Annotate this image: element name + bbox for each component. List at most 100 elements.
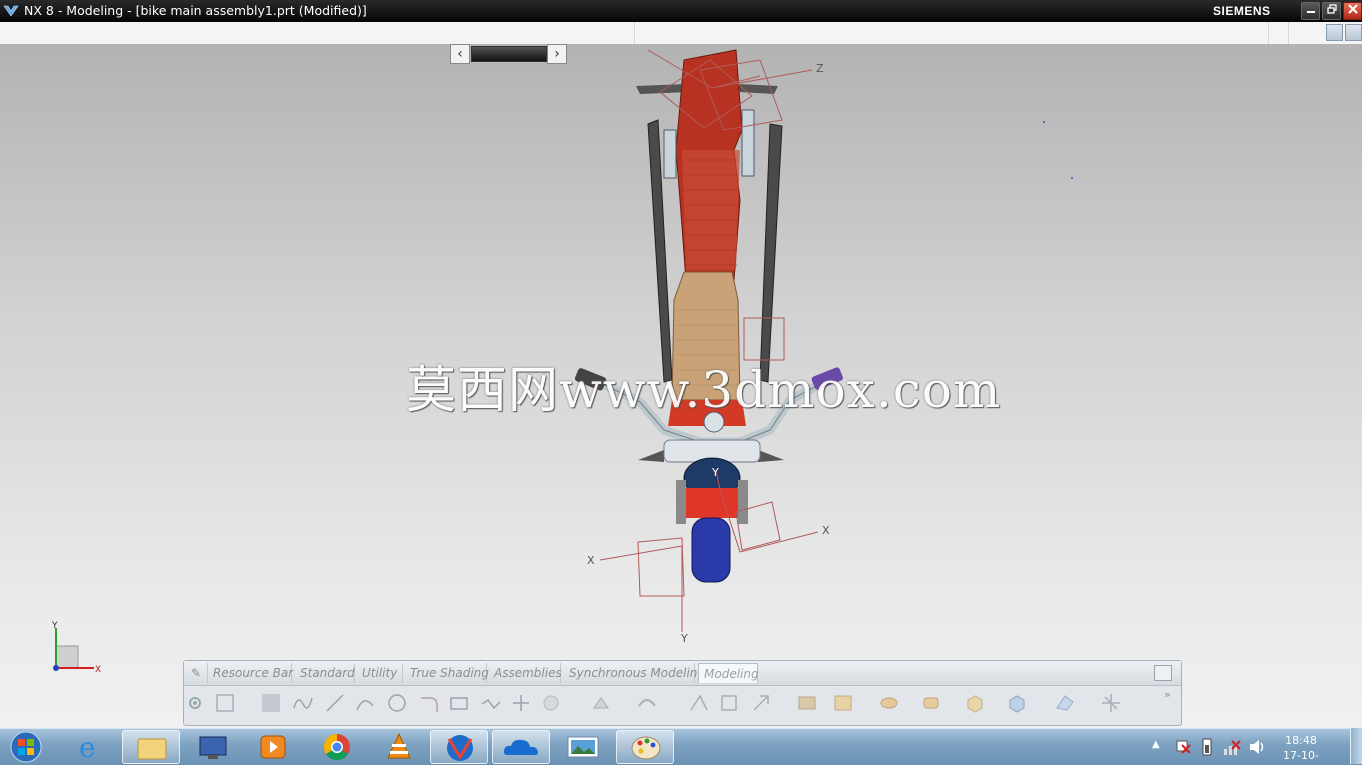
- clock-date: 17-10-2014: [1283, 749, 1319, 777]
- stray-point: [1043, 121, 1045, 123]
- move-object-icon[interactable]: [1100, 692, 1122, 714]
- close-button[interactable]: [1343, 2, 1362, 20]
- ribbon-strip: [0, 22, 1362, 45]
- nx-icon: [447, 735, 473, 761]
- window-view-button[interactable]: [1345, 24, 1362, 41]
- axis-label-x-left: X: [587, 554, 595, 567]
- axis-label-y-center: Y: [711, 466, 719, 479]
- minimize-button[interactable]: [1301, 2, 1320, 20]
- photo-viewer-icon: [567, 736, 599, 758]
- taskbar-remote-desktop[interactable]: [184, 730, 242, 764]
- trim-icon[interactable]: [688, 692, 710, 714]
- taskbar-nx[interactable]: [430, 730, 488, 764]
- close-icon: [1347, 4, 1358, 14]
- tile-view-button[interactable]: [1326, 24, 1343, 41]
- circle-icon[interactable]: [386, 692, 408, 714]
- network-icon[interactable]: [1222, 737, 1242, 757]
- system-clock[interactable]: 18:48 17-10-2014: [1276, 733, 1326, 778]
- show-hidden-icons-button[interactable]: ▲: [1152, 739, 1164, 753]
- ribbon-divider: [1288, 22, 1289, 44]
- siemens-brand: SIEMENS: [1213, 4, 1271, 18]
- chrome-icon: [323, 733, 350, 761]
- sketch-plane-icon[interactable]: [214, 692, 236, 714]
- arc-icon[interactable]: [354, 692, 376, 714]
- left-shock-absorber: [663, 129, 677, 179]
- profile-icon[interactable]: [260, 692, 282, 714]
- view-slider[interactable]: ‹ ›: [450, 44, 568, 66]
- taskbar-internet-explorer[interactable]: e: [62, 730, 120, 764]
- revolve-icon[interactable]: [636, 692, 658, 714]
- action-center-icon[interactable]: [1174, 739, 1192, 755]
- minimize-icon: [1306, 11, 1315, 13]
- tab-assemblies[interactable]: Assemblies: [489, 663, 562, 683]
- polygon-icon[interactable]: [480, 692, 502, 714]
- tab-standard[interactable]: Standard: [295, 663, 355, 683]
- tab-true-shading[interactable]: True Shading: [405, 663, 489, 683]
- onedrive-cloud-icon: [503, 739, 538, 756]
- taskbar-photo-viewer[interactable]: [554, 730, 612, 764]
- line-icon[interactable]: [324, 692, 346, 714]
- restore-icon: [1326, 4, 1337, 14]
- taskbar-vlc[interactable]: [370, 730, 428, 764]
- rectangle-icon[interactable]: [448, 692, 470, 714]
- rear-body-lines: [682, 150, 740, 270]
- triad-y-label: Y: [51, 621, 58, 631]
- view-triad: Y X: [51, 621, 101, 675]
- tab-utility[interactable]: Utility: [357, 663, 403, 683]
- tab-resource-bar[interactable]: Resource Bar: [208, 663, 293, 683]
- show-desktop-button[interactable]: [1350, 728, 1362, 764]
- right-shock-absorber: [741, 109, 755, 177]
- nx-app-icon[interactable]: [3, 3, 19, 19]
- axis-label-z: Z: [816, 62, 824, 75]
- front-tire: [691, 517, 731, 583]
- slider-next-button[interactable]: ›: [547, 44, 567, 64]
- tab-synchronous-modeling[interactable]: Synchronous Modeling: [564, 663, 705, 683]
- volume-icon[interactable]: [1248, 737, 1266, 757]
- axis-label-x-right: X: [822, 524, 830, 537]
- taskbar-onedrive[interactable]: [492, 730, 550, 764]
- panel-menu-icon[interactable]: [1154, 665, 1172, 681]
- triad-x-label: X: [95, 665, 101, 675]
- right-indicator: [758, 450, 784, 462]
- taskbar: e ▲: [0, 728, 1362, 765]
- left-fork: [676, 480, 686, 524]
- offset-curve-icon[interactable]: [718, 692, 740, 714]
- tab-modeling[interactable]: Modeling: [698, 663, 759, 683]
- settings-gear-icon[interactable]: [186, 692, 204, 714]
- taskbar-chrome[interactable]: [308, 730, 366, 764]
- subtract-icon[interactable]: [1006, 692, 1028, 714]
- unite-icon[interactable]: [964, 692, 986, 714]
- window-title: NX 8 - Modeling - [bike main assembly1.p…: [24, 3, 367, 18]
- extrude-icon[interactable]: [590, 692, 612, 714]
- taskbar-paint[interactable]: [616, 730, 674, 764]
- start-button[interactable]: [4, 730, 48, 764]
- folder-icon: [137, 738, 167, 760]
- panel-grip-icon[interactable]: ✎: [186, 663, 208, 683]
- studio-spline-icon[interactable]: [292, 692, 314, 714]
- block-icon[interactable]: [832, 692, 854, 714]
- toolbar-overflow-button[interactable]: »: [1164, 688, 1171, 701]
- cone-icon[interactable]: [920, 692, 942, 714]
- datum-plane-icon[interactable]: [796, 692, 818, 714]
- title-bar: NX 8 - Modeling - [bike main assembly1.p…: [0, 0, 1362, 22]
- fillet-icon[interactable]: [418, 692, 440, 714]
- taskbar-windows-explorer[interactable]: [122, 730, 180, 764]
- restore-button[interactable]: [1322, 2, 1341, 20]
- mirror-curve-icon[interactable]: [750, 692, 772, 714]
- toolbar-panel: ✎ Resource Bar Standard Utility True Sha…: [183, 660, 1182, 726]
- taskbar-media-player[interactable]: [244, 730, 302, 764]
- watermark-text: 莫西网www.3dmox.com: [406, 361, 1002, 419]
- derived-line-icon[interactable]: [540, 692, 562, 714]
- point-icon[interactable]: [510, 692, 532, 714]
- svg-text:e: e: [79, 731, 96, 764]
- paint-palette-icon: [631, 736, 661, 760]
- media-player-icon: [260, 735, 286, 759]
- slider-prev-button[interactable]: ‹: [450, 44, 470, 64]
- windows-start-icon: [10, 731, 42, 763]
- intersect-icon[interactable]: [1054, 692, 1076, 714]
- slider-track[interactable]: [471, 46, 547, 62]
- ribbon-divider: [1268, 22, 1269, 44]
- cylinder-icon[interactable]: [878, 692, 900, 714]
- clock-time: 18:48: [1285, 734, 1317, 747]
- battery-icon[interactable]: [1200, 737, 1214, 757]
